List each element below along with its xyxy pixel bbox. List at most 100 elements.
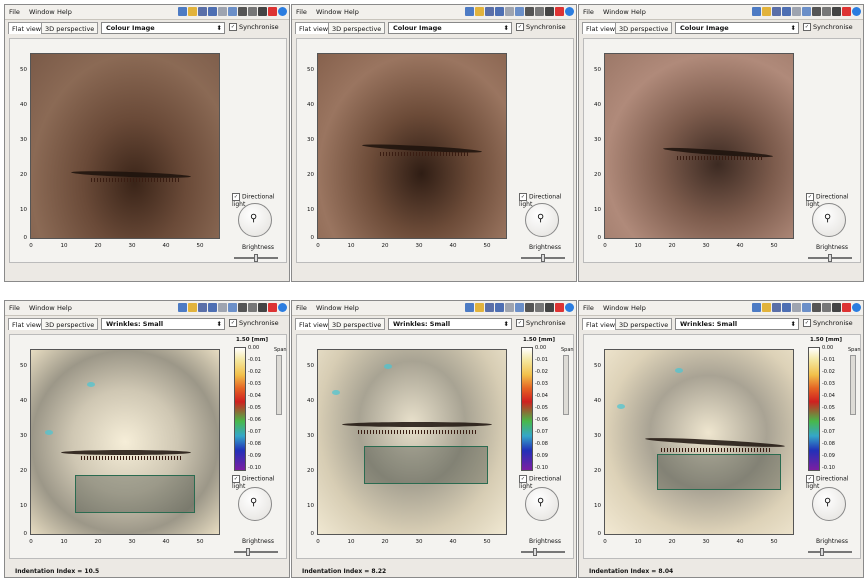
menu-help[interactable]: Help	[57, 8, 72, 16]
anchor-icon[interactable]	[505, 303, 514, 312]
info-icon[interactable]	[278, 7, 287, 16]
settings-icon[interactable]	[248, 303, 257, 312]
folder-open-icon[interactable]	[475, 303, 484, 312]
menu-file[interactable]: File	[9, 8, 20, 16]
display-mode-select[interactable]: Wrinkles: Small ⬍	[675, 318, 799, 330]
menu-file[interactable]: File	[296, 304, 307, 312]
settings-icon[interactable]	[535, 303, 544, 312]
tab-3d-perspective[interactable]: 3D perspective	[615, 22, 673, 34]
save-icon[interactable]	[198, 7, 207, 16]
save-icon[interactable]	[198, 303, 207, 312]
anchor-icon[interactable]	[505, 7, 514, 16]
folder-open-icon[interactable]	[188, 303, 197, 312]
brightness-slider-thumb[interactable]	[820, 548, 824, 556]
menu-help[interactable]: Help	[344, 304, 359, 312]
anchor-icon[interactable]	[792, 7, 801, 16]
menu-help[interactable]: Help	[631, 8, 646, 16]
print-icon[interactable]	[208, 7, 217, 16]
globe-icon[interactable]	[752, 7, 761, 16]
synchronise-checkbox[interactable]: ✓ Synchronise	[803, 319, 853, 327]
print-icon[interactable]	[208, 303, 217, 312]
synchronise-checkbox[interactable]: ✓ Synchronise	[229, 23, 279, 31]
menu-window[interactable]: Window	[316, 8, 342, 16]
pencil-icon[interactable]	[545, 7, 554, 16]
tab-3d-perspective[interactable]: 3D perspective	[41, 318, 99, 330]
save-icon[interactable]	[772, 7, 781, 16]
wrinkle-map[interactable]	[317, 349, 507, 535]
tab-flat-view[interactable]: Flat view	[582, 318, 620, 330]
settings-icon[interactable]	[535, 7, 544, 16]
settings-icon[interactable]	[822, 303, 831, 312]
display-mode-select[interactable]: Wrinkles: Small ⬍	[388, 318, 512, 330]
brightness-slider-thumb[interactable]	[541, 254, 545, 262]
cursor-icon[interactable]	[515, 303, 524, 312]
menu-window[interactable]: Window	[603, 8, 629, 16]
tab-flat-view[interactable]: Flat view	[8, 22, 46, 34]
save-icon[interactable]	[485, 7, 494, 16]
info-icon[interactable]	[565, 7, 574, 16]
gear-icon[interactable]	[525, 303, 534, 312]
folder-open-icon[interactable]	[188, 7, 197, 16]
globe-icon[interactable]	[178, 303, 187, 312]
menu-window[interactable]: Window	[603, 304, 629, 312]
menu-window[interactable]: Window	[29, 304, 55, 312]
brightness-slider-thumb[interactable]	[246, 548, 250, 556]
gear-icon[interactable]	[812, 303, 821, 312]
menu-file[interactable]: File	[9, 304, 20, 312]
anchor-icon[interactable]	[218, 7, 227, 16]
tab-3d-perspective[interactable]: 3D perspective	[615, 318, 673, 330]
gear-icon[interactable]	[238, 7, 247, 16]
info-icon[interactable]	[278, 303, 287, 312]
menu-help[interactable]: Help	[631, 304, 646, 312]
globe-icon[interactable]	[465, 303, 474, 312]
menu-file[interactable]: File	[296, 8, 307, 16]
menu-window[interactable]: Window	[29, 8, 55, 16]
gear-icon[interactable]	[238, 303, 247, 312]
synchronise-checkbox[interactable]: ✓ Synchronise	[803, 23, 853, 31]
menu-window[interactable]: Window	[316, 304, 342, 312]
tab-3d-perspective[interactable]: 3D perspective	[41, 22, 99, 34]
wrinkle-map[interactable]	[604, 349, 794, 535]
skin-image[interactable]	[317, 53, 507, 239]
measurement-region[interactable]	[75, 475, 195, 513]
save-icon[interactable]	[485, 303, 494, 312]
close-icon[interactable]	[268, 303, 277, 312]
print-icon[interactable]	[782, 7, 791, 16]
close-icon[interactable]	[842, 7, 851, 16]
light-direction-dial[interactable]: ⚲	[238, 487, 272, 521]
gear-icon[interactable]	[812, 7, 821, 16]
close-icon[interactable]	[268, 7, 277, 16]
cursor-icon[interactable]	[228, 303, 237, 312]
display-mode-select[interactable]: Wrinkles: Small ⬍	[101, 318, 225, 330]
close-icon[interactable]	[555, 7, 564, 16]
display-mode-select[interactable]: Colour Image ⬍	[675, 22, 799, 34]
synchronise-checkbox[interactable]: ✓ Synchronise	[229, 319, 279, 327]
brightness-slider[interactable]	[234, 551, 278, 553]
menu-file[interactable]: File	[583, 8, 594, 16]
pencil-icon[interactable]	[545, 303, 554, 312]
globe-icon[interactable]	[752, 303, 761, 312]
folder-open-icon[interactable]	[762, 7, 771, 16]
span-slider[interactable]	[850, 355, 856, 415]
light-direction-dial[interactable]: ⚲	[812, 203, 846, 237]
brightness-slider-thumb[interactable]	[828, 254, 832, 262]
measurement-region[interactable]	[657, 454, 781, 490]
tab-3d-perspective[interactable]: 3D perspective	[328, 22, 386, 34]
close-icon[interactable]	[555, 303, 564, 312]
brightness-slider-thumb[interactable]	[533, 548, 537, 556]
tab-flat-view[interactable]: Flat view	[582, 22, 620, 34]
pencil-icon[interactable]	[832, 7, 841, 16]
cursor-icon[interactable]	[802, 303, 811, 312]
measurement-region[interactable]	[364, 446, 488, 484]
light-direction-dial[interactable]: ⚲	[525, 487, 559, 521]
display-mode-select[interactable]: Colour Image ⬍	[101, 22, 225, 34]
globe-icon[interactable]	[178, 7, 187, 16]
anchor-icon[interactable]	[792, 303, 801, 312]
folder-open-icon[interactable]	[762, 303, 771, 312]
menu-help[interactable]: Help	[57, 304, 72, 312]
brightness-slider-thumb[interactable]	[254, 254, 258, 262]
span-slider[interactable]	[563, 355, 569, 415]
synchronise-checkbox[interactable]: ✓ Synchronise	[516, 319, 566, 327]
tab-flat-view[interactable]: Flat view	[295, 22, 333, 34]
synchronise-checkbox[interactable]: ✓ Synchronise	[516, 23, 566, 31]
